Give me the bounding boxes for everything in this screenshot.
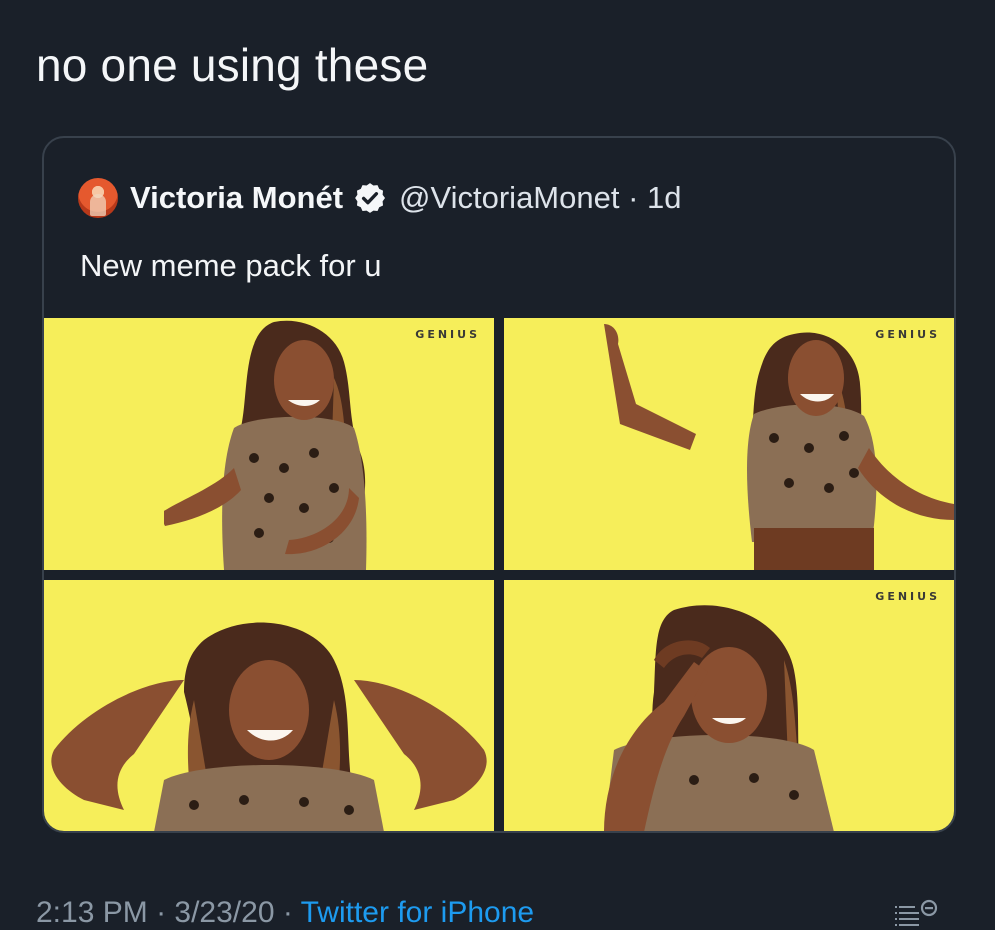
woman-pinching-gesture-figure bbox=[604, 605, 834, 831]
display-name[interactable]: Victoria Monét bbox=[130, 180, 343, 216]
tweet-date[interactable]: 3/23/20 bbox=[174, 896, 274, 929]
tweet-time[interactable]: 2:13 PM bbox=[36, 896, 148, 929]
separator-dot: · bbox=[156, 896, 175, 929]
meme-image-1[interactable]: GENIUS bbox=[44, 318, 494, 570]
avatar[interactable] bbox=[78, 178, 118, 218]
genius-watermark: GENIUS bbox=[875, 590, 940, 603]
analytics-icon[interactable] bbox=[891, 892, 941, 930]
meme-image-4[interactable]: GENIUS bbox=[504, 580, 954, 831]
meme-image-2[interactable]: GENIUS bbox=[504, 318, 954, 570]
separator-dot: · bbox=[282, 896, 301, 929]
woman-hands-on-head-figure bbox=[51, 622, 487, 831]
tweet-metadata: 2:13 PM · 3/23/20 · Twitter for iPhone bbox=[36, 896, 534, 930]
genius-watermark: GENIUS bbox=[415, 328, 480, 341]
handle-and-time[interactable]: @VictoriaMonet · 1d bbox=[399, 180, 681, 216]
verified-badge-icon bbox=[355, 183, 386, 213]
woman-waving-figure bbox=[604, 324, 954, 570]
quoted-tweet-text: New meme pack for u bbox=[80, 248, 382, 283]
quoted-tweet-header: Victoria Monét @VictoriaMonet · 1d bbox=[78, 176, 682, 220]
woman-shrugging-figure bbox=[164, 320, 367, 570]
tweet-text: no one using these bbox=[36, 39, 429, 91]
quoted-tweet-card[interactable]: Victoria Monét @VictoriaMonet · 1d New m… bbox=[42, 136, 956, 833]
tweet-source-link[interactable]: Twitter for iPhone bbox=[301, 896, 534, 929]
meme-image-3[interactable] bbox=[44, 580, 494, 831]
media-grid: GENIUS GENIUS GENIUS bbox=[44, 318, 954, 831]
